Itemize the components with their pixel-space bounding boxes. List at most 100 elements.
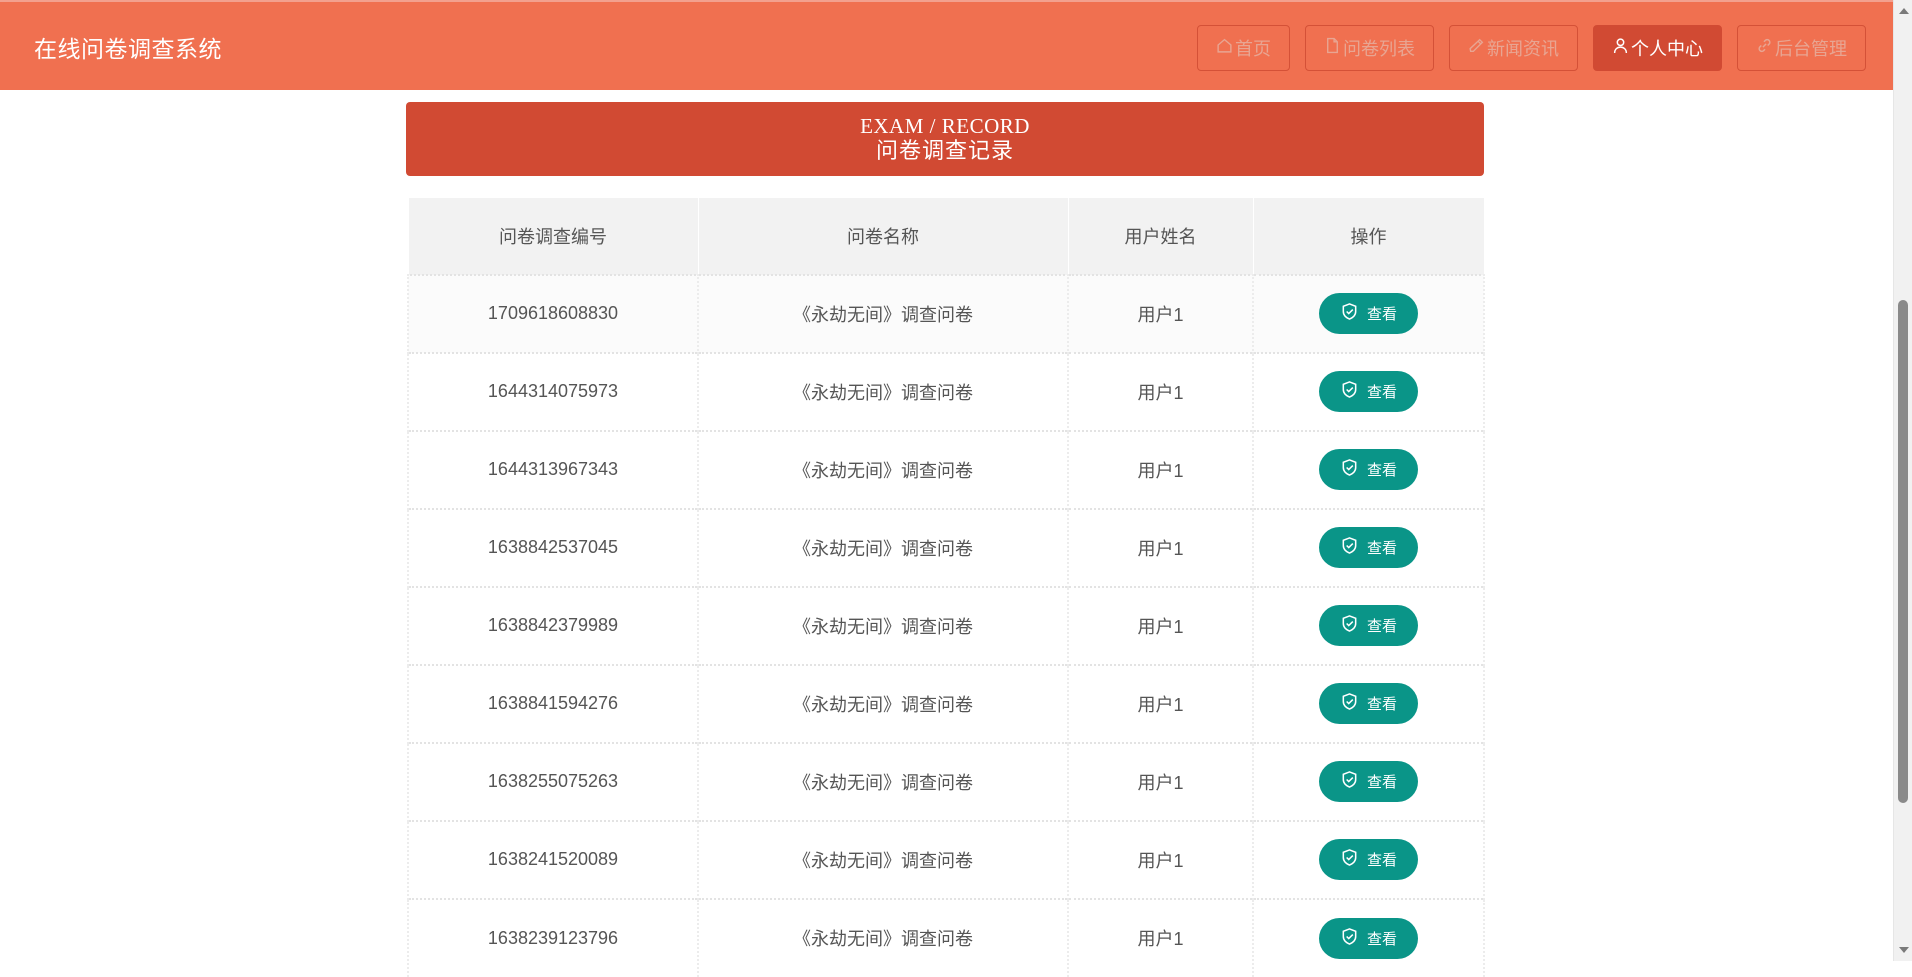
- cell-action: 查看: [1252, 351, 1485, 431]
- cell-id: 1638241520089: [407, 819, 699, 899]
- cell-id: 1638842379989: [407, 585, 699, 665]
- nav-survey-list-button[interactable]: 问卷列表: [1305, 25, 1434, 71]
- cell-survey-name: 《永劫无间》调查问卷: [697, 273, 1069, 353]
- cell-survey-name: 《永劫无间》调查问卷: [697, 351, 1069, 431]
- cell-id: 1638239123796: [407, 897, 699, 977]
- record-table-container: 问卷调查编号 问卷名称 用户姓名 操作 1709618608830 《永劫无间》…: [407, 197, 1485, 977]
- cell-survey-name: 《永劫无间》调查问卷: [697, 741, 1069, 821]
- view-button-label: 查看: [1366, 930, 1397, 948]
- cell-id: 1644313967343: [407, 429, 699, 509]
- cell-user: 用户1: [1067, 273, 1254, 353]
- shield-check-icon: [1340, 927, 1359, 950]
- cell-id: 1638255075263: [407, 741, 699, 821]
- cell-action: 查看: [1252, 741, 1485, 821]
- view-button[interactable]: 查看: [1319, 371, 1418, 412]
- cell-user: 用户1: [1067, 741, 1254, 821]
- cell-id: 1638842537045: [407, 507, 699, 587]
- nav-news-button[interactable]: 新闻资讯: [1449, 25, 1578, 71]
- scrollbar-thumb[interactable]: [1898, 300, 1908, 803]
- table-row: 1644314075973 《永劫无间》调查问卷 用户1 查看: [407, 351, 1485, 431]
- news-icon: [1468, 37, 1485, 59]
- top-header: 在线问卷调查系统 首页 问卷列表 新闻资讯 个人中心 后台管理: [0, 0, 1893, 90]
- view-button-label: 查看: [1366, 306, 1397, 323]
- cell-user: 用户1: [1067, 351, 1254, 431]
- scroll-up-arrow-icon[interactable]: [1899, 8, 1909, 14]
- table-row: 1638239123796 《永劫无间》调查问卷 用户1 查看: [407, 897, 1485, 977]
- view-button-label: 查看: [1366, 696, 1397, 713]
- cell-user: 用户1: [1067, 429, 1254, 509]
- view-button[interactable]: 查看: [1319, 761, 1418, 802]
- shield-check-icon: [1340, 848, 1359, 871]
- cell-survey-name: 《永劫无间》调查问卷: [697, 663, 1069, 743]
- cell-survey-name: 《永劫无间》调查问卷: [697, 507, 1069, 587]
- shield-check-icon: [1340, 692, 1359, 715]
- nav-home-label: 首页: [1235, 39, 1271, 59]
- table-row: 1638241520089 《永劫无间》调查问卷 用户1 查看: [407, 819, 1485, 899]
- cell-action: 查看: [1252, 429, 1485, 509]
- cell-id: 1638841594276: [407, 663, 699, 743]
- view-button[interactable]: 查看: [1319, 293, 1418, 334]
- view-button-label: 查看: [1366, 540, 1397, 557]
- view-button[interactable]: 查看: [1319, 683, 1418, 724]
- scroll-down-arrow-icon[interactable]: [1899, 947, 1909, 953]
- table-row: 1638841594276 《永劫无间》调查问卷 用户1 查看: [407, 663, 1485, 743]
- nav-news-label: 新闻资讯: [1487, 39, 1559, 59]
- shield-check-icon: [1340, 302, 1359, 325]
- nav-admin-button[interactable]: 后台管理: [1737, 25, 1866, 71]
- shield-check-icon: [1340, 380, 1359, 403]
- cell-survey-name: 《永劫无间》调查问卷: [697, 819, 1069, 899]
- cell-survey-name: 《永劫无间》调查问卷: [697, 897, 1069, 977]
- shield-check-icon: [1340, 770, 1359, 793]
- column-header-name: 问卷名称: [697, 197, 1069, 275]
- record-table: 问卷调查编号 问卷名称 用户姓名 操作 1709618608830 《永劫无间》…: [407, 197, 1485, 977]
- cell-id: 1709618608830: [407, 273, 699, 353]
- cell-user: 用户1: [1067, 663, 1254, 743]
- view-button[interactable]: 查看: [1319, 839, 1418, 880]
- nav-personal-center-label: 个人中心: [1631, 39, 1703, 59]
- column-header-user: 用户姓名: [1067, 197, 1254, 275]
- cell-action: 查看: [1252, 273, 1485, 353]
- cell-action: 查看: [1252, 819, 1485, 899]
- cell-survey-name: 《永劫无间》调查问卷: [697, 585, 1069, 665]
- shield-check-icon: [1340, 614, 1359, 637]
- table-row: 1638842537045 《永劫无间》调查问卷 用户1 查看: [407, 507, 1485, 587]
- table-row: 1644313967343 《永劫无间》调查问卷 用户1 查看: [407, 429, 1485, 509]
- home-icon: [1216, 37, 1233, 59]
- link-icon: [1756, 37, 1773, 59]
- cell-action: 查看: [1252, 585, 1485, 665]
- view-button-label: 查看: [1366, 462, 1397, 479]
- nav-personal-center-button[interactable]: 个人中心: [1593, 25, 1722, 71]
- cell-user: 用户1: [1067, 585, 1254, 665]
- view-button[interactable]: 查看: [1319, 527, 1418, 568]
- view-button-label: 查看: [1366, 852, 1397, 869]
- document-icon: [1324, 37, 1341, 59]
- nav-admin-label: 后台管理: [1775, 39, 1847, 59]
- table-row: 1638842379989 《永劫无间》调查问卷 用户1 查看: [407, 585, 1485, 665]
- shield-check-icon: [1340, 458, 1359, 481]
- table-header-row: 问卷调查编号 问卷名称 用户姓名 操作: [407, 197, 1485, 275]
- view-button-label: 查看: [1366, 384, 1397, 401]
- column-header-id: 问卷调查编号: [407, 197, 699, 275]
- cell-survey-name: 《永劫无间》调查问卷: [697, 429, 1069, 509]
- banner-title-cn: 问卷调查记录: [875, 138, 1014, 163]
- cell-action: 查看: [1252, 897, 1485, 977]
- view-button[interactable]: 查看: [1319, 605, 1418, 646]
- cell-user: 用户1: [1067, 819, 1254, 899]
- user-icon: [1612, 37, 1629, 59]
- nav-home-button[interactable]: 首页: [1197, 25, 1290, 71]
- view-button-label: 查看: [1366, 774, 1397, 791]
- view-button[interactable]: 查看: [1319, 917, 1418, 959]
- site-title: 在线问卷调查系统: [34, 36, 222, 62]
- view-button-label: 查看: [1366, 618, 1397, 635]
- cell-user: 用户1: [1067, 897, 1254, 977]
- cell-id: 1644314075973: [407, 351, 699, 431]
- table-row: 1638255075263 《永劫无间》调查问卷 用户1 查看: [407, 741, 1485, 821]
- main-nav: 首页 问卷列表 新闻资讯 个人中心 后台管理: [1197, 25, 1866, 71]
- shield-check-icon: [1340, 536, 1359, 559]
- cell-user: 用户1: [1067, 507, 1254, 587]
- section-banner: EXAM / RECORD 问卷调查记录: [406, 102, 1484, 176]
- view-button[interactable]: 查看: [1319, 449, 1418, 490]
- cell-action: 查看: [1252, 507, 1485, 587]
- vertical-scrollbar[interactable]: [1893, 0, 1912, 961]
- table-row: 1709618608830 《永劫无间》调查问卷 用户1 查看: [407, 273, 1485, 353]
